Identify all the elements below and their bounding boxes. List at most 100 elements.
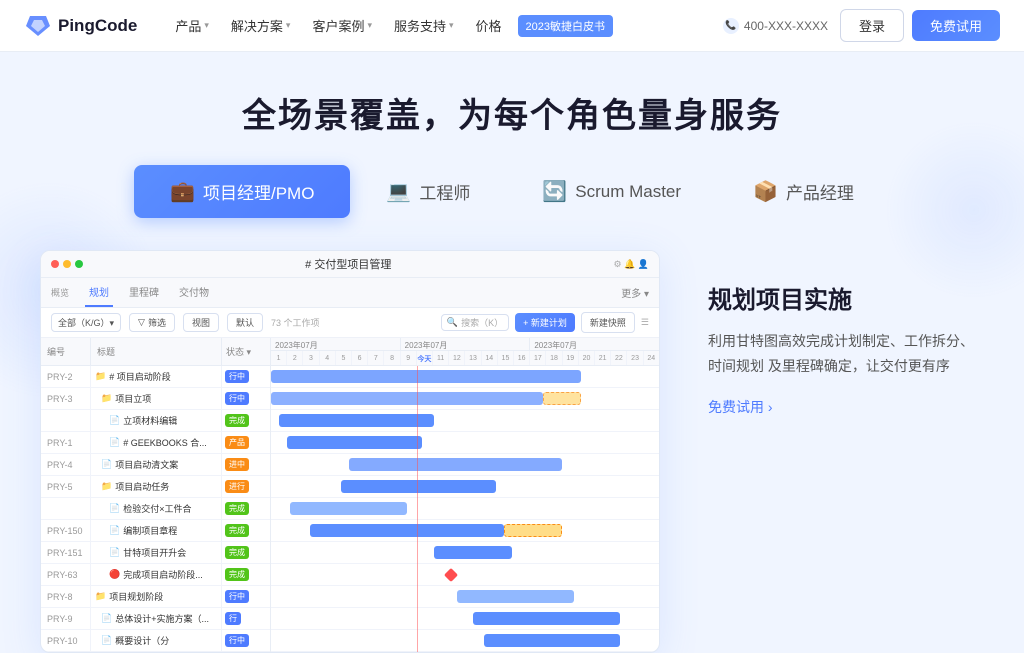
role-tab-pm[interactable]: 📦 产品经理: [717, 165, 890, 218]
nav-item-support[interactable]: 服务支持 ▾: [384, 10, 464, 41]
date-header: 2023年07月 2023年07月 2023年07月 1 2 3 4 5 6 7…: [271, 338, 659, 366]
bar-row: [271, 366, 659, 388]
gantt-default-btn[interactable]: 默认: [227, 313, 263, 332]
row-id: PRY-4: [41, 454, 91, 475]
gantt-tab-milestone[interactable]: 里程碑: [125, 278, 163, 307]
table-row: PRY-9 📄总体设计+实施方案（... 行: [41, 608, 270, 630]
month-label: 2023年07月: [401, 338, 531, 350]
table-row: PRY-1 📄# GEEKBOOKS 合... 产品: [41, 432, 270, 454]
row-id: PRY-1: [41, 432, 91, 453]
gantt-bar: [341, 480, 496, 493]
logo[interactable]: PingCode: [24, 12, 137, 40]
bar-row: [271, 520, 659, 542]
new-plan-button[interactable]: + 新建计划: [515, 313, 575, 332]
row-title: 📄立项材料编辑: [91, 410, 222, 431]
row-status: 产品: [222, 432, 270, 453]
role-tab-scrum[interactable]: 🔄 Scrum Master: [506, 165, 717, 218]
row-icon: 📄: [101, 613, 112, 624]
gantt-screenshot: # 交付型项目管理 ⚙ 🔔 👤 概览 规划 里程碑 交付物 更多 ▾ 全部（K/…: [40, 250, 660, 653]
minimize-dot: [63, 260, 71, 268]
bar-row: [271, 410, 659, 432]
day-label: 15: [498, 351, 514, 366]
free-trial-button[interactable]: 免费试用: [912, 10, 1000, 41]
gantt-tabs: 概览 规划 里程碑 交付物 更多 ▾: [41, 278, 659, 308]
engineer-icon: 💻: [386, 179, 411, 204]
maximize-dot: [75, 260, 83, 268]
row-title: 📄项目启动清文案: [91, 454, 222, 475]
day-label: 22: [611, 351, 627, 366]
nav-item-cases[interactable]: 客户案例 ▾: [302, 10, 382, 41]
row-id: PRY-151: [41, 542, 91, 563]
row-title: 📄总体设计+实施方案（...: [91, 608, 222, 629]
gantt-search[interactable]: 🔍 搜索（K）: [441, 314, 509, 331]
table-row: PRY-8 📁项目规划阶段 行中: [41, 586, 270, 608]
gantt-tab-plan[interactable]: 规划: [85, 278, 113, 307]
day-label: 9: [401, 351, 417, 366]
scrum-icon: 🔄: [542, 179, 567, 204]
row-title: 📁项目启动任务: [91, 476, 222, 497]
hero-section: 全场景覆盖，为每个角色量身服务 💼 项目经理/PMO 💻 工程师 🔄 Scrum…: [0, 52, 1024, 218]
day-label: 13: [465, 351, 481, 366]
row-status: 进行: [222, 476, 270, 497]
nav-item-product[interactable]: 产品 ▾: [165, 10, 219, 41]
gantt-project-title: # 交付型项目管理: [91, 256, 606, 272]
day-label: 11: [433, 351, 449, 366]
right-panel-link[interactable]: 免费试用 ›: [708, 397, 984, 417]
gantt-toolbar: 全部（K/G）▾ ▽ 筛选 视图 默认 73 个工作项 🔍 搜索（K） +: [41, 308, 659, 338]
day-label: 14: [482, 351, 498, 366]
day-label: 7: [368, 351, 384, 366]
new-snapshot-button[interactable]: 新建快照: [581, 312, 635, 333]
gantt-list-icon[interactable]: ☰: [641, 317, 649, 328]
gantt-scope-select[interactable]: 全部（K/G）▾: [51, 313, 121, 332]
gantt-bar: [457, 590, 573, 603]
bar-row: [271, 608, 659, 630]
table-row: PRY-151 📄甘特项目开升会 完成: [41, 542, 270, 564]
row-title: 🔴完成项目启动阶段...: [91, 564, 222, 585]
right-panel: 规划项目实施 利用甘特图高效完成计划制定、工作拆分、时间规划 及里程碑确定，让交…: [660, 250, 984, 417]
gantt-toolbar-right: 🔍 搜索（K） + 新建计划 新建快照 ☰: [441, 312, 649, 333]
row-icon: 📁: [95, 371, 106, 382]
table-row: PRY-10 📄概要设计（分 行中: [41, 630, 270, 652]
login-button[interactable]: 登录: [840, 9, 904, 42]
row-icon: 📁: [101, 481, 112, 492]
col-header-status: 状态 ▾: [222, 338, 270, 365]
gantt-tab-more[interactable]: 更多 ▾: [621, 285, 649, 300]
day-label: 18: [546, 351, 562, 366]
row-icon: 📁: [101, 393, 112, 404]
day-label: 4: [320, 351, 336, 366]
day-label: 6: [352, 351, 368, 366]
navbar: PingCode 产品 ▾ 解决方案 ▾ 客户案例 ▾ 服务支持 ▾ 价格 20…: [0, 0, 1024, 52]
day-label: 17: [530, 351, 546, 366]
day-label: 8: [384, 351, 400, 366]
nav-badge-whitepaper[interactable]: 2023敏捷白皮书: [518, 15, 613, 37]
day-label: 3: [303, 351, 319, 366]
row-title: 📄检验交付×工件合: [91, 498, 222, 519]
row-title: 📄# GEEKBOOKS 合...: [91, 432, 222, 453]
chevron-down-icon: ▾: [204, 20, 209, 31]
table-row: PRY-4 📄项目启动清文案 进中: [41, 454, 270, 476]
day-label: 12: [449, 351, 465, 366]
gantt-bar: [473, 612, 620, 625]
bar-row: [271, 630, 659, 652]
date-month-row: 2023年07月 2023年07月 2023年07月: [271, 338, 659, 351]
bar-row: [271, 454, 659, 476]
row-icon: 📄: [109, 547, 120, 558]
nav-item-solution[interactable]: 解决方案 ▾: [221, 10, 301, 41]
role-tab-pmo[interactable]: 💼 项目经理/PMO: [134, 165, 350, 218]
row-status: 行中: [222, 630, 270, 651]
gantt-tab-deliverable[interactable]: 交付物: [175, 278, 213, 307]
gantt-bar: [271, 392, 543, 405]
gantt-bar-pending: [504, 524, 562, 537]
day-label: 24: [644, 351, 659, 366]
gantt-toolbar-left: 全部（K/G）▾ ▽ 筛选 视图 默认 73 个工作项: [51, 313, 433, 332]
row-title: 📁# 项目启动阶段: [91, 366, 222, 387]
role-tab-engineer[interactable]: 💻 工程师: [350, 165, 506, 218]
gantt-filter-btn[interactable]: ▽ 筛选: [129, 313, 175, 332]
row-title: 📁项目立项: [91, 388, 222, 409]
gantt-bar-pending: [543, 392, 582, 405]
row-id: PRY-10: [41, 630, 91, 651]
gantt-view-btn[interactable]: 视图: [183, 313, 219, 332]
day-label: 16: [514, 351, 530, 366]
nav-item-price[interactable]: 价格: [466, 10, 512, 41]
nav-phone: 📞 400-XXX-XXXX: [723, 18, 828, 34]
